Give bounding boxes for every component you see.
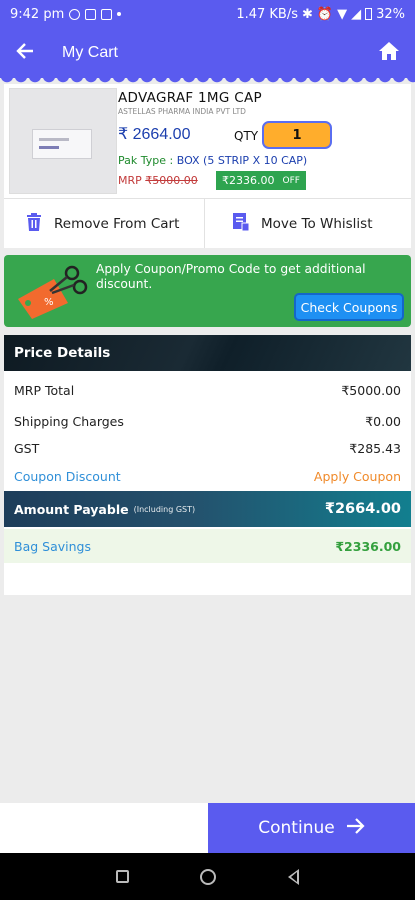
pack-type-label: Pak Type : bbox=[118, 154, 177, 167]
bottom-bar-left bbox=[0, 803, 208, 853]
price-details-title: Price Details bbox=[4, 335, 411, 371]
coupon-banner-text: Apply Coupon/Promo Code to get additiona… bbox=[96, 262, 366, 291]
qty-label: QTY bbox=[234, 129, 259, 143]
bag-savings-row: Bag Savings ₹2336.00 bbox=[4, 529, 411, 563]
recents-icon[interactable] bbox=[115, 870, 129, 883]
back-nav-icon[interactable] bbox=[288, 868, 300, 885]
price-row-label: MRP Total bbox=[14, 383, 75, 398]
coupon-discount-label: Coupon Discount bbox=[14, 469, 121, 484]
status-time: 9:42 pm bbox=[10, 6, 65, 22]
whatsapp-icon bbox=[69, 8, 81, 20]
price-row-mrp-total: MRP Total ₹5000.00 bbox=[14, 383, 401, 398]
app-bar: My Cart bbox=[0, 28, 415, 84]
gallery-icon bbox=[101, 8, 113, 20]
network-speed: 1.47 KB/s bbox=[236, 6, 298, 22]
wishlist-icon bbox=[233, 212, 250, 235]
battery-level: 32% bbox=[376, 6, 405, 22]
coupon-tag-icon: % bbox=[14, 265, 90, 319]
quantity-selector[interactable]: 1 bbox=[262, 121, 332, 149]
price-row-value: ₹5000.00 bbox=[341, 383, 401, 398]
discount-badge: ₹2336.00 OFF bbox=[216, 171, 306, 190]
price-details-card: Price Details MRP Total ₹5000.00 Shippin… bbox=[4, 335, 411, 595]
amount-payable-label: Amount Payable bbox=[14, 501, 129, 517]
remove-from-cart-label: Remove From Cart bbox=[54, 215, 180, 232]
product-name[interactable]: ADVAGRAF 1MG CAP bbox=[118, 90, 262, 106]
continue-button[interactable]: Continue bbox=[208, 803, 415, 853]
check-coupons-button[interactable]: Check Coupons bbox=[294, 293, 404, 321]
home-nav-icon[interactable] bbox=[200, 868, 217, 885]
continue-label: Continue bbox=[258, 818, 335, 838]
svg-text:%: % bbox=[44, 297, 54, 308]
discount-off-label: OFF bbox=[282, 175, 300, 186]
product-price: ₹ 2664.00 bbox=[118, 126, 191, 143]
apply-coupon-link[interactable]: Apply Coupon bbox=[314, 469, 401, 484]
move-to-wishlist-label: Move To Whislist bbox=[261, 215, 373, 232]
back-arrow-icon[interactable] bbox=[16, 41, 44, 66]
home-icon[interactable] bbox=[379, 42, 399, 64]
discount-value: ₹2336.00 bbox=[222, 174, 275, 187]
cart-item-card: ADVAGRAF 1MG CAP ASTELLAS PHARMA INDIA P… bbox=[4, 84, 411, 248]
status-bar: 9:42 pm 1.47 KB/s ✱ ⏰ ▼ ◢ 32% bbox=[0, 0, 415, 28]
bluetooth-icon: ✱ bbox=[302, 6, 313, 22]
bag-savings-value: ₹2336.00 bbox=[335, 538, 401, 554]
amount-payable-value: ₹2664.00 bbox=[324, 501, 401, 517]
trash-icon bbox=[26, 212, 42, 235]
alarm-icon: ⏰ bbox=[316, 6, 334, 22]
bag-savings-label: Bag Savings bbox=[14, 538, 91, 554]
battery-icon bbox=[365, 8, 373, 20]
product-manufacturer: ASTELLAS PHARMA INDIA PVT LTD bbox=[118, 107, 246, 116]
pack-type-value: BOX (5 STRIP X 10 CAP) bbox=[176, 154, 308, 167]
price-row-shipping: Shipping Charges ₹0.00 bbox=[14, 414, 401, 429]
cart-item-actions: Remove From Cart Move To Whislist bbox=[4, 198, 411, 248]
coupon-banner: % Apply Coupon/Promo Code to get additio… bbox=[4, 255, 411, 327]
pack-type: Pak Type : BOX (5 STRIP X 10 CAP) bbox=[118, 154, 307, 167]
wifi-icon: ▼ bbox=[337, 6, 348, 22]
price-row-label: Shipping Charges bbox=[14, 414, 124, 429]
price-row-value: ₹0.00 bbox=[365, 414, 401, 429]
arrow-right-icon bbox=[346, 817, 365, 839]
move-to-wishlist-button[interactable]: Move To Whislist bbox=[204, 199, 411, 248]
mrp-value: ₹5000.00 bbox=[145, 174, 198, 187]
mrp-label: MRP bbox=[118, 174, 146, 187]
amount-payable-bar: Amount Payable (Including GST) ₹2664.00 bbox=[4, 491, 411, 527]
system-nav-bar bbox=[0, 853, 415, 900]
page-title: My Cart bbox=[62, 44, 118, 61]
product-image[interactable] bbox=[9, 88, 117, 194]
amount-payable-sublabel: (Including GST) bbox=[133, 504, 196, 514]
price-row-label: GST bbox=[14, 441, 40, 456]
coupon-discount-row: Coupon Discount Apply Coupon bbox=[14, 469, 401, 484]
notification-icon bbox=[85, 8, 97, 20]
signal-icon: ◢ bbox=[351, 6, 362, 22]
more-notifications-icon bbox=[117, 12, 122, 16]
mrp: MRP ₹5000.00 bbox=[118, 174, 198, 187]
price-row-value: ₹285.43 bbox=[349, 441, 401, 456]
price-row-gst: GST ₹285.43 bbox=[14, 441, 401, 456]
remove-from-cart-button[interactable]: Remove From Cart bbox=[4, 199, 204, 248]
